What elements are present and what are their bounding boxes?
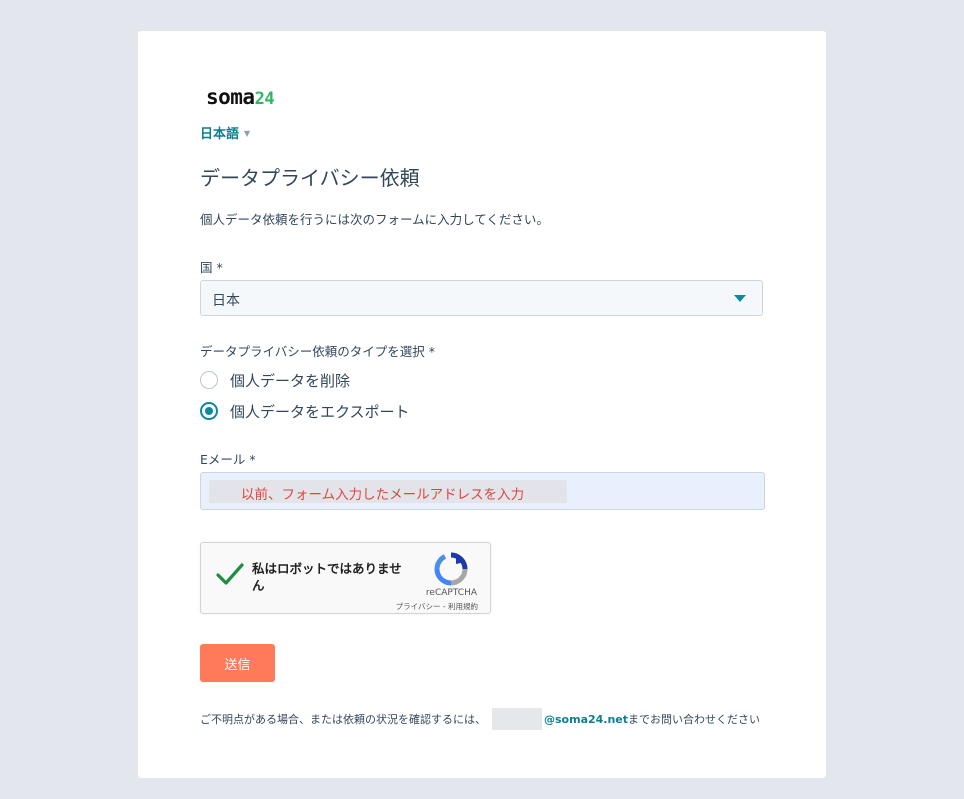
- form-description: 個人データ依頼を行うには次のフォームに入力してください。: [200, 212, 549, 227]
- footer-contact-text: ご不明点がある場合、または依頼の状況を確認するには、 @soma24.netまでお…: [200, 708, 760, 730]
- logo-number: 24: [254, 89, 275, 109]
- recaptcha-widget: 私はロボットではありません reCAPTCHA プライバシー - 利用規約: [200, 542, 491, 614]
- contact-email-link[interactable]: @soma24.net: [544, 713, 628, 726]
- checkmark-icon[interactable]: [215, 559, 245, 589]
- footer-prefix: ご不明点がある場合、または依頼の状況を確認するには、: [200, 713, 486, 726]
- soma24-logo: soma24: [206, 85, 275, 109]
- page-title: データプライバシー依頼: [200, 166, 420, 190]
- radio-button-export[interactable]: [200, 402, 218, 420]
- submit-button[interactable]: 送信: [200, 644, 275, 682]
- radio-button-delete[interactable]: [200, 371, 218, 389]
- redacted-email-user: [492, 708, 542, 730]
- recaptcha-terms-link[interactable]: プライバシー - 利用規約: [396, 601, 478, 612]
- language-label: 日本語: [200, 127, 240, 142]
- privacy-request-card: soma24 日本語 ▼ データプライバシー依頼 個人データ依頼を行うには次のフォ…: [138, 31, 826, 778]
- country-value: 日本: [212, 293, 240, 309]
- country-label: 国 *: [200, 260, 223, 275]
- radio-label-delete: 個人データを削除: [230, 372, 351, 390]
- dropdown-arrow-icon: [734, 295, 746, 302]
- email-input[interactable]: 以前、フォーム入力したメールアドレスを入力: [200, 472, 765, 510]
- email-label: Eメール *: [200, 452, 256, 467]
- recaptcha-text: 私はロボットではありません: [252, 561, 402, 593]
- recaptcha-logo-icon: [434, 552, 468, 586]
- country-select[interactable]: 日本: [200, 280, 763, 316]
- chevron-down-icon: ▼: [244, 129, 251, 138]
- language-selector[interactable]: 日本語 ▼: [200, 123, 250, 142]
- recaptcha-brand: reCAPTCHA: [425, 588, 477, 598]
- radio-label-export: 個人データをエクスポート: [230, 403, 410, 421]
- radio-selected-dot: [205, 407, 213, 415]
- email-placeholder: 以前、フォーム入力したメールアドレスを入力: [241, 487, 525, 503]
- request-type-label: データプライバシー依頼のタイプを選択 *: [200, 344, 435, 359]
- footer-suffix: までお問い合わせください: [628, 713, 761, 726]
- logo-text: soma: [206, 85, 255, 109]
